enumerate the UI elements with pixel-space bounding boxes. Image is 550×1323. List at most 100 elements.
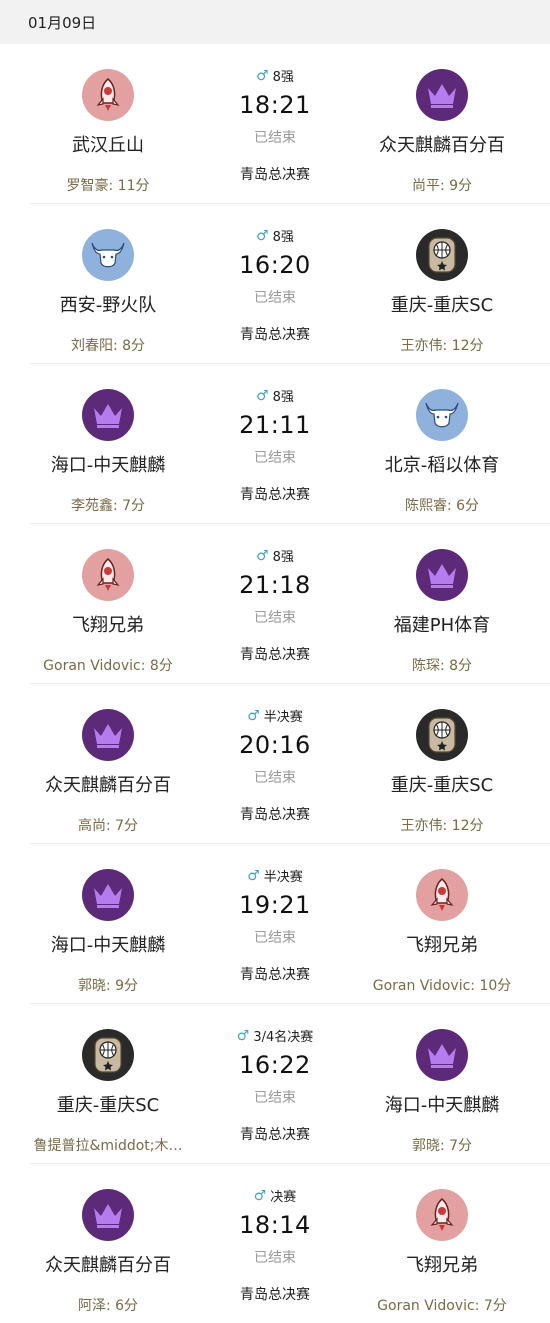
match-venue: 青岛总决赛 xyxy=(240,1127,310,1143)
round-label: 8强 xyxy=(272,390,294,405)
home-top-scorer: 鲁提普拉&middot;木… xyxy=(33,1138,183,1154)
match-row[interactable]: 海口-中天麒麟 李苑鑫: 7分 ♂ 8强 21:11 已结束 青岛总决赛 北京-… xyxy=(30,364,550,524)
bull-logo-icon xyxy=(416,389,468,441)
crown-logo-icon xyxy=(82,1189,134,1241)
home-team[interactable]: 众天麒麟百分百 阿泽: 6分 xyxy=(8,1164,208,1315)
home-team-name: 众天麒麟百分百 xyxy=(45,1255,171,1276)
match-row[interactable]: 众天麒麟百分百 高尚: 7分 ♂ 半决赛 20:16 已结束 青岛总决赛 重庆-… xyxy=(30,684,550,844)
match-status: 已结束 xyxy=(254,450,296,466)
away-team[interactable]: 北京-稻以体育 陈熙睿: 6分 xyxy=(342,364,542,515)
date-label: 01月09日 xyxy=(28,13,97,32)
away-team-name: 重庆-重庆SC xyxy=(390,295,494,316)
home-team-name: 海口-中天麒麟 xyxy=(50,935,166,956)
match-time: 20:16 xyxy=(239,731,311,759)
match-list: 武汉丘山 罗智豪: 11分 ♂ 8强 18:21 已结束 青岛总决赛 众天麒麟百… xyxy=(0,44,550,1323)
home-top-scorer: Goran Vidovic: 8分 xyxy=(43,658,173,674)
home-top-scorer: 郭晓: 9分 xyxy=(77,978,139,994)
away-team[interactable]: 飞翔兄弟 Goran Vidovic: 7分 xyxy=(342,1164,542,1315)
ball-logo-icon xyxy=(416,709,468,761)
home-team[interactable]: 海口-中天麒麟 李苑鑫: 7分 xyxy=(8,364,208,515)
match-row[interactable]: 飞翔兄弟 Goran Vidovic: 8分 ♂ 8强 21:18 已结束 青岛… xyxy=(30,524,550,684)
round-label: 3/4名决赛 xyxy=(253,1030,314,1045)
away-top-scorer: Goran Vidovic: 7分 xyxy=(377,1298,507,1314)
away-team-name: 海口-中天麒麟 xyxy=(384,1095,500,1116)
away-top-scorer: 郭晓: 7分 xyxy=(411,1138,473,1154)
away-team[interactable]: 众天麒麟百分百 尚平: 9分 xyxy=(342,44,542,195)
male-icon: ♂ xyxy=(247,707,260,724)
home-team-name: 飞翔兄弟 xyxy=(72,615,144,636)
home-top-scorer: 阿泽: 6分 xyxy=(77,1298,139,1314)
match-round: ♂ 决赛 xyxy=(253,1186,297,1206)
match-row[interactable]: 重庆-重庆SC 鲁提普拉&middot;木… ♂ 3/4名决赛 16:22 已结… xyxy=(30,1004,550,1164)
match-status: 已结束 xyxy=(254,930,296,946)
rocket-logo-icon xyxy=(82,549,134,601)
match-venue: 青岛总决赛 xyxy=(240,807,310,823)
crown-logo-icon xyxy=(416,1029,468,1081)
match-row[interactable]: 众天麒麟百分百 阿泽: 6分 ♂ 决赛 18:14 已结束 青岛总决赛 飞翔兄弟… xyxy=(30,1164,550,1323)
home-team-name: 众天麒麟百分百 xyxy=(45,775,171,796)
ball-logo-icon xyxy=(82,1029,134,1081)
away-team-name: 飞翔兄弟 xyxy=(406,935,478,956)
crown-logo-icon xyxy=(82,869,134,921)
match-venue: 青岛总决赛 xyxy=(240,647,310,663)
match-venue: 青岛总决赛 xyxy=(240,967,310,983)
home-team-name: 海口-中天麒麟 xyxy=(50,455,166,476)
match-time: 18:14 xyxy=(239,1211,311,1239)
crown-logo-icon xyxy=(82,709,134,761)
match-status: 已结束 xyxy=(254,290,296,306)
home-team[interactable]: 海口-中天麒麟 郭晓: 9分 xyxy=(8,844,208,995)
home-top-scorer: 李苑鑫: 7分 xyxy=(70,498,146,514)
home-team[interactable]: 飞翔兄弟 Goran Vidovic: 8分 xyxy=(8,524,208,675)
match-venue: 青岛总决赛 xyxy=(240,487,310,503)
match-status: 已结束 xyxy=(254,1090,296,1106)
bull-logo-icon xyxy=(82,229,134,281)
away-top-scorer: 陈琛: 8分 xyxy=(411,658,473,674)
crown-logo-icon xyxy=(82,389,134,441)
round-label: 8强 xyxy=(272,550,294,565)
home-team[interactable]: 众天麒麟百分百 高尚: 7分 xyxy=(8,684,208,835)
match-round: ♂ 8强 xyxy=(256,386,294,406)
match-row[interactable]: 武汉丘山 罗智豪: 11分 ♂ 8强 18:21 已结束 青岛总决赛 众天麒麟百… xyxy=(30,44,550,204)
away-team[interactable]: 飞翔兄弟 Goran Vidovic: 10分 xyxy=(342,844,542,995)
home-team-name: 重庆-重庆SC xyxy=(56,1095,160,1116)
round-label: 半决赛 xyxy=(263,870,303,885)
match-time: 16:22 xyxy=(239,1051,311,1079)
away-top-scorer: 王亦伟: 12分 xyxy=(400,818,484,834)
round-label: 8强 xyxy=(272,70,294,85)
away-team[interactable]: 重庆-重庆SC 王亦伟: 12分 xyxy=(342,204,542,355)
match-round: ♂ 半决赛 xyxy=(247,706,303,726)
round-label: 8强 xyxy=(272,230,294,245)
home-team[interactable]: 武汉丘山 罗智豪: 11分 xyxy=(8,44,208,195)
away-team-name: 重庆-重庆SC xyxy=(390,775,494,796)
match-venue: 青岛总决赛 xyxy=(240,327,310,343)
match-round: ♂ 3/4名决赛 xyxy=(237,1026,314,1046)
match-row[interactable]: 海口-中天麒麟 郭晓: 9分 ♂ 半决赛 19:21 已结束 青岛总决赛 飞翔兄… xyxy=(30,844,550,1004)
male-icon: ♂ xyxy=(253,1187,267,1204)
away-top-scorer: 尚平: 9分 xyxy=(411,178,473,194)
away-team-name: 飞翔兄弟 xyxy=(406,1255,478,1276)
match-round: ♂ 8强 xyxy=(256,546,294,566)
match-row[interactable]: 西安-野火队 刘春阳: 8分 ♂ 8强 16:20 已结束 青岛总决赛 重庆-重… xyxy=(30,204,550,364)
home-team-name: 西安-野火队 xyxy=(59,295,157,316)
away-team-name: 众天麒麟百分百 xyxy=(379,135,505,156)
home-top-scorer: 罗智豪: 11分 xyxy=(66,178,150,194)
home-team-name: 武汉丘山 xyxy=(72,135,144,156)
match-time: 19:21 xyxy=(239,891,311,919)
ball-logo-icon xyxy=(416,229,468,281)
rocket-logo-icon xyxy=(416,869,468,921)
away-team[interactable]: 福建PH体育 陈琛: 8分 xyxy=(342,524,542,675)
match-status: 已结束 xyxy=(254,1250,296,1266)
match-time: 18:21 xyxy=(239,91,311,119)
home-team[interactable]: 重庆-重庆SC 鲁提普拉&middot;木… xyxy=(8,1004,208,1155)
away-team-name: 福建PH体育 xyxy=(393,615,491,636)
match-time: 16:20 xyxy=(239,251,311,279)
away-team[interactable]: 海口-中天麒麟 郭晓: 7分 xyxy=(342,1004,542,1155)
away-top-scorer: 陈熙睿: 6分 xyxy=(404,498,480,514)
away-team[interactable]: 重庆-重庆SC 王亦伟: 12分 xyxy=(342,684,542,835)
crown-logo-icon xyxy=(416,549,468,601)
home-team[interactable]: 西安-野火队 刘春阳: 8分 xyxy=(8,204,208,355)
match-status: 已结束 xyxy=(254,610,296,626)
rocket-logo-icon xyxy=(82,69,134,121)
away-top-scorer: 王亦伟: 12分 xyxy=(400,338,484,354)
match-status: 已结束 xyxy=(254,770,296,786)
